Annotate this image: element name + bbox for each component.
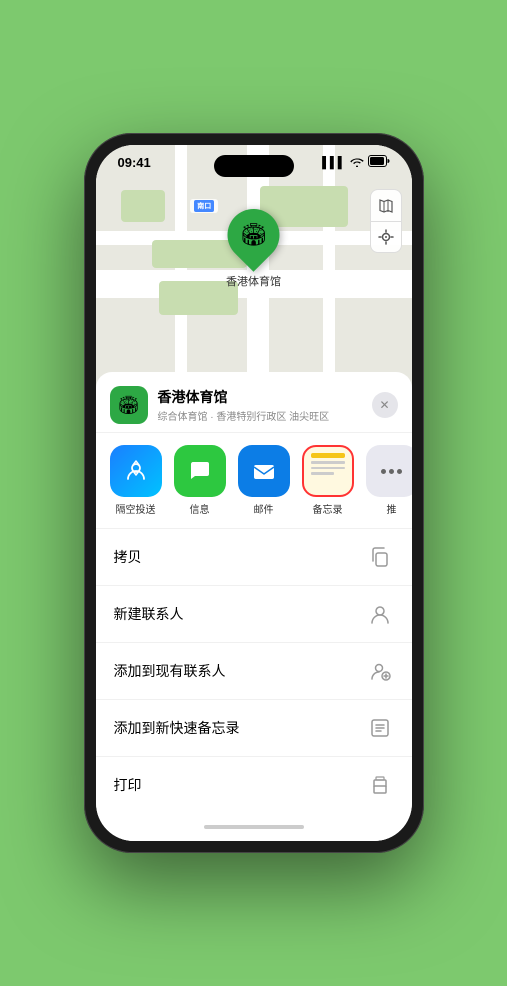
venue-marker: 🏟 香港体育馆 (226, 209, 281, 289)
airdrop-icon (110, 445, 162, 497)
mail-label: 邮件 (254, 501, 274, 516)
wifi-icon (350, 156, 364, 170)
phone-screen: 09:41 ▌▌▌ (96, 145, 412, 841)
action-add-notes-label: 添加到新快速备忘录 (114, 718, 240, 738)
copy-icon (366, 543, 394, 571)
share-message[interactable]: 信息 (174, 445, 226, 516)
notes-line-1 (311, 461, 345, 464)
message-label: 信息 (190, 501, 210, 516)
notes-icon (302, 445, 354, 497)
venue-info: 香港体育馆 综合体育馆 · 香港特别行政区 油尖旺区 (158, 387, 372, 423)
home-bar (204, 825, 304, 829)
close-icon: ✕ (379, 398, 389, 412)
map-block-4 (121, 190, 165, 222)
share-airdrop[interactable]: 隔空投送 (110, 445, 162, 516)
action-print[interactable]: 打印 (96, 756, 412, 813)
add-existing-icon (366, 657, 394, 685)
more-dot-3 (397, 469, 402, 474)
add-notes-icon (366, 714, 394, 742)
action-copy-label: 拷贝 (114, 547, 142, 567)
share-notes[interactable]: 备忘录 (302, 445, 354, 516)
more-icon (366, 445, 412, 497)
action-add-existing-label: 添加到现有联系人 (114, 661, 226, 681)
notes-line-3 (311, 472, 335, 475)
sheet-header: 🏟 香港体育馆 综合体育馆 · 香港特别行政区 油尖旺区 ✕ (96, 372, 412, 433)
airdrop-label: 隔空投送 (116, 501, 156, 516)
message-icon (174, 445, 226, 497)
more-dot-1 (381, 469, 386, 474)
map-area: 南口 🏟 香港体育馆 (96, 145, 412, 372)
action-add-notes[interactable]: 添加到新快速备忘录 (96, 699, 412, 756)
action-new-contact-label: 新建联系人 (114, 604, 184, 624)
more-label: 推 (387, 501, 397, 516)
action-add-existing[interactable]: 添加到现有联系人 (96, 642, 412, 699)
mail-icon (238, 445, 290, 497)
dynamic-island (214, 155, 294, 177)
close-button[interactable]: ✕ (372, 392, 398, 418)
marker-icon: 🏟 (240, 222, 268, 248)
home-indicator (96, 813, 412, 841)
venue-icon: 🏟 (110, 386, 148, 424)
marker-pin: 🏟 (217, 198, 291, 272)
status-icons: ▌▌▌ (322, 155, 389, 170)
signal-icon: ▌▌▌ (322, 157, 345, 169)
venue-marker-label: 香港体育馆 (226, 273, 281, 289)
road-label-badge: 南口 (194, 200, 214, 212)
venue-name: 香港体育馆 (158, 387, 372, 407)
print-icon (366, 771, 394, 799)
share-more[interactable]: 推 (366, 445, 412, 516)
action-print-label: 打印 (114, 775, 142, 795)
status-time: 09:41 (118, 155, 151, 170)
map-controls (370, 189, 402, 253)
new-contact-icon (366, 600, 394, 628)
battery-icon (368, 155, 390, 170)
map-type-button[interactable] (370, 189, 402, 221)
notes-header-bar (311, 453, 345, 458)
share-mail[interactable]: 邮件 (238, 445, 290, 516)
road-label: 南口 (190, 199, 218, 213)
action-new-contact[interactable]: 新建联系人 (96, 585, 412, 642)
notes-line-2 (311, 467, 345, 470)
more-dot-2 (389, 469, 394, 474)
share-row: 隔空投送 信息 (96, 433, 412, 528)
venue-description: 综合体育馆 · 香港特别行政区 油尖旺区 (158, 408, 372, 423)
notes-label: 备忘录 (313, 501, 343, 516)
bottom-sheet: 🏟 香港体育馆 综合体育馆 · 香港特别行政区 油尖旺区 ✕ (96, 372, 412, 841)
road-vertical-3 (323, 145, 335, 372)
phone-frame: 09:41 ▌▌▌ (84, 133, 424, 853)
location-button[interactable] (370, 221, 402, 253)
action-copy[interactable]: 拷贝 (96, 528, 412, 585)
